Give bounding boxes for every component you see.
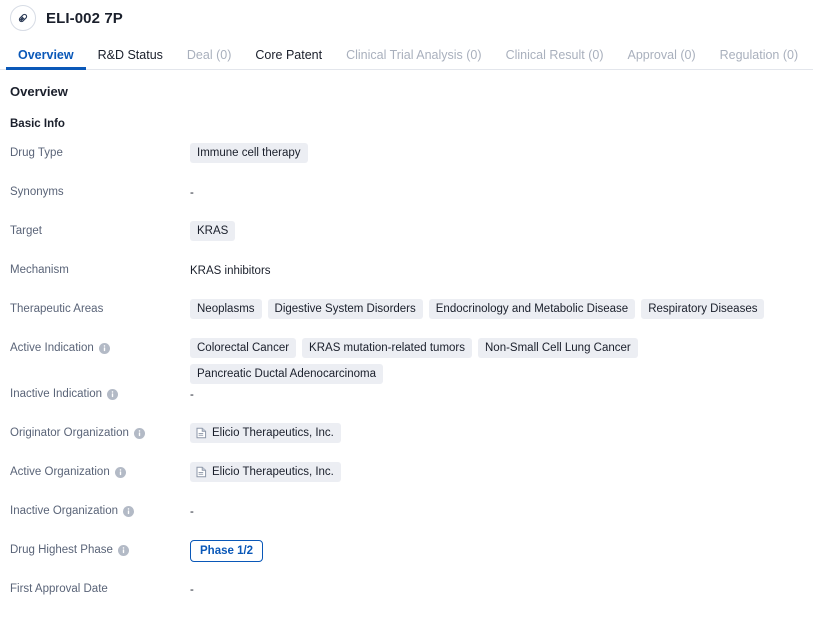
field-label: Drug Highest Phase (10, 540, 190, 557)
empty-value: - (190, 506, 194, 518)
field-value: Neoplasms Digestive System Disorders Endoc… (190, 299, 813, 319)
field-row: Mechanism KRAS inhibitors (10, 260, 813, 299)
field-label-text: Mechanism (10, 264, 69, 276)
info-icon[interactable] (114, 466, 126, 478)
page-header: ELI-002 7P (0, 2, 813, 34)
info-icon[interactable] (123, 505, 135, 517)
field-value: Immune cell therapy (190, 143, 813, 163)
field-row: First Approval Date - (10, 579, 813, 618)
tab-approval[interactable]: Approval (0) (616, 48, 708, 69)
field-label-text: Drug Highest Phase (10, 544, 113, 556)
tab-bar: Overview R&D Status Deal (0) Core Patent… (0, 42, 813, 70)
tab-rd-status[interactable]: R&D Status (86, 48, 175, 69)
field-label-text: Active Indication (10, 342, 94, 354)
value-chip[interactable]: Pancreatic Ductal Adenocarcinoma (190, 364, 383, 384)
field-label-text: Inactive Organization (10, 505, 119, 517)
organization-chip[interactable]: Elicio Therapeutics, Inc. (190, 423, 341, 443)
field-row: Active Organization Elicio Therapeutics, … (10, 462, 813, 501)
value-chip[interactable]: Digestive System Disorders (267, 299, 423, 319)
tab-deal[interactable]: Deal (0) (175, 48, 243, 69)
field-row: Active Indication Colorectal Cancer KRAS m… (10, 338, 813, 384)
field-value: KRAS inhibitors (190, 260, 813, 280)
value-chip[interactable]: Neoplasms (190, 299, 262, 319)
phase-chip[interactable]: Phase 1/2 (190, 540, 264, 562)
field-row: Synonyms - (10, 182, 813, 221)
field-label-text: Target (10, 225, 42, 237)
subsection-title: Basic Info (10, 118, 65, 130)
section-title: Overview (10, 84, 68, 99)
field-label-text: First Approval Date (10, 583, 108, 595)
field-value: - (190, 501, 813, 521)
tab-core-patent[interactable]: Core Patent (243, 48, 334, 69)
value-chip[interactable]: KRAS (190, 221, 236, 241)
organization-chip-label: Elicio Therapeutics, Inc. (212, 427, 334, 439)
tab-clinical-result[interactable]: Clinical Result (0) (494, 48, 616, 69)
field-value: Elicio Therapeutics, Inc. (190, 462, 813, 482)
overview-content: Overview Basic Info Drug Type Immune cell… (0, 70, 813, 618)
field-row: Therapeutic Areas Neoplasms Digestive Syst… (10, 299, 813, 338)
value-chip[interactable]: KRAS mutation-related tumors (302, 338, 472, 358)
tab-clinical-trial-analysis[interactable]: Clinical Trial Analysis (0) (334, 48, 493, 69)
tab-overview[interactable]: Overview (6, 48, 86, 70)
empty-value: - (190, 187, 194, 199)
field-row: Inactive Organization - (10, 501, 813, 540)
field-value: Phase 1/2 (190, 540, 813, 562)
basic-info-field-list: Drug Type Immune cell therapy Synonyms - Tar… (10, 143, 813, 618)
field-label-text: Inactive Indication (10, 388, 103, 400)
field-label-text: Active Organization (10, 466, 110, 478)
field-label-text: Drug Type (10, 147, 63, 159)
field-label: Inactive Organization (10, 501, 190, 518)
value-chip[interactable]: Non-Small Cell Lung Cancer (478, 338, 638, 358)
field-label: Originator Organization (10, 423, 190, 440)
drug-avatar (10, 5, 36, 31)
field-label: Mechanism (10, 260, 190, 277)
field-value: - (190, 182, 813, 202)
field-label: Inactive Indication (10, 384, 190, 401)
document-icon (196, 466, 207, 478)
organization-chip[interactable]: Elicio Therapeutics, Inc. (190, 462, 341, 482)
value-chip[interactable]: Colorectal Cancer (190, 338, 297, 358)
tab-regulation[interactable]: Regulation (0) (708, 48, 811, 69)
field-label: Target (10, 221, 190, 238)
value-chip[interactable]: Immune cell therapy (190, 143, 308, 163)
field-value: - (190, 384, 813, 404)
field-value: KRAS (190, 221, 813, 241)
field-row: Target KRAS (10, 221, 813, 260)
empty-value: - (190, 389, 194, 401)
field-row: Originator Organization Elicio Therapeuti… (10, 423, 813, 462)
info-icon[interactable] (133, 427, 145, 439)
field-label: Synonyms (10, 182, 190, 199)
field-value: Elicio Therapeutics, Inc. (190, 423, 813, 443)
field-value: - (190, 579, 813, 599)
capsule-icon (16, 11, 30, 25)
plain-value: KRAS inhibitors (190, 265, 271, 277)
field-label: First Approval Date (10, 579, 190, 596)
field-label: Active Organization (10, 462, 190, 479)
page-title: ELI-002 7P (46, 9, 123, 27)
field-value: Colorectal Cancer KRAS mutation-related t… (190, 338, 813, 384)
organization-chip-label: Elicio Therapeutics, Inc. (212, 466, 334, 478)
document-icon (196, 427, 207, 439)
info-icon[interactable] (107, 388, 119, 400)
field-row: Drug Highest Phase Phase 1/2 (10, 540, 813, 579)
field-label: Active Indication (10, 338, 190, 355)
field-label-text: Originator Organization (10, 427, 129, 439)
field-label-text: Therapeutic Areas (10, 303, 104, 315)
empty-value: - (190, 584, 194, 596)
value-chip[interactable]: Endocrinology and Metabolic Disease (428, 299, 636, 319)
field-label: Drug Type (10, 143, 190, 160)
info-icon[interactable] (98, 342, 110, 354)
field-row: Inactive Indication - (10, 384, 813, 423)
field-label-text: Synonyms (10, 186, 64, 198)
field-row: Drug Type Immune cell therapy (10, 143, 813, 182)
value-chip[interactable]: Respiratory Diseases (641, 299, 765, 319)
field-label: Therapeutic Areas (10, 299, 190, 316)
info-icon[interactable] (117, 544, 129, 556)
